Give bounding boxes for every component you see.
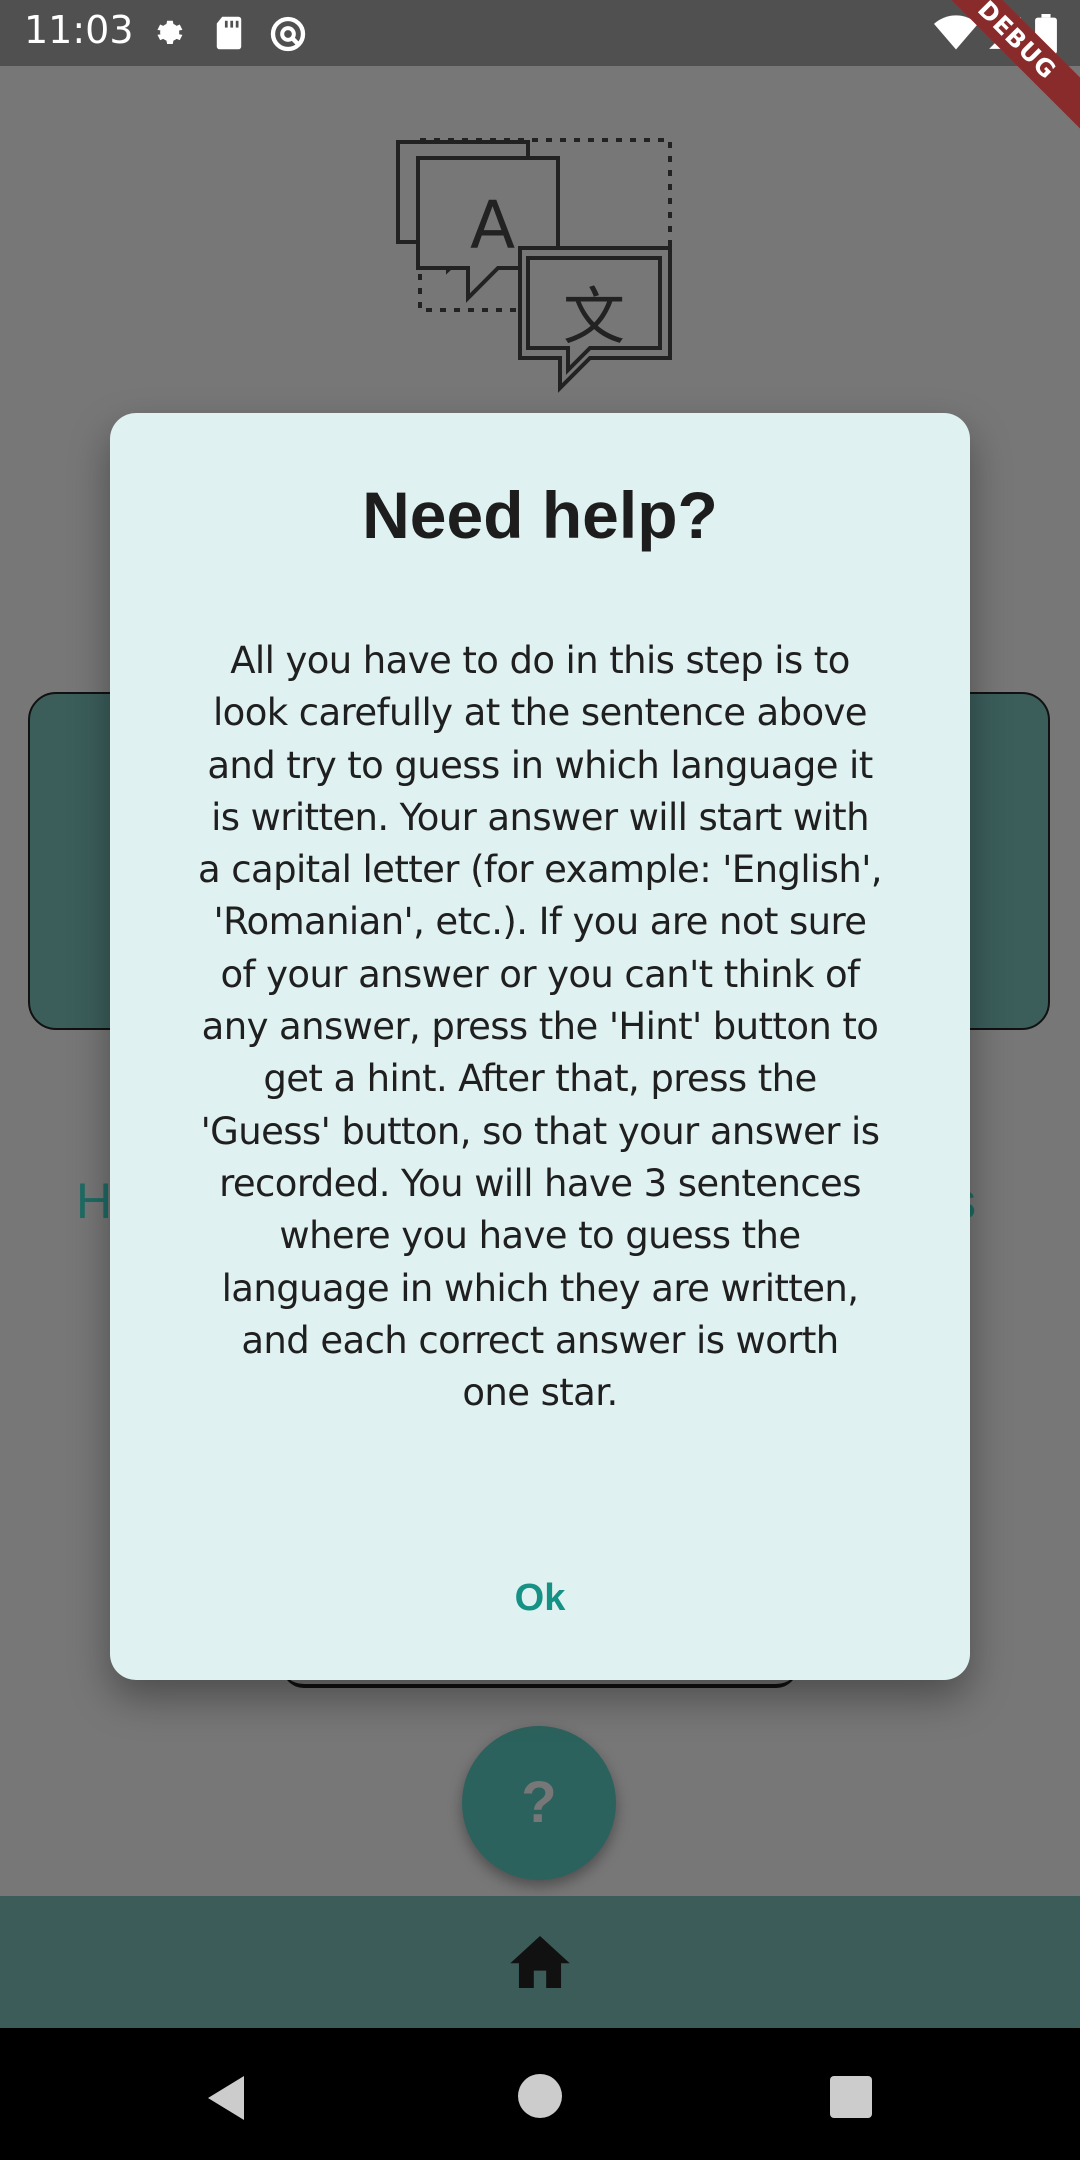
dialog-body-line: 'Guess' button, so that your answer is (200, 1109, 880, 1153)
status-bar: 11:03 DEBUG (0, 0, 1080, 142)
logo-letter-wen: 文 (563, 280, 625, 353)
language-logo: A 文 (390, 130, 700, 404)
dialog-body: All you have to do in this step is to lo… (158, 635, 922, 1419)
dialog-body-line: one star. (462, 1371, 618, 1415)
dialog-body-line: and each correct answer is worth (241, 1318, 839, 1362)
dialog-body-line: is written. Your answer will start with (211, 795, 869, 839)
dialog-body-line: recorded. You will have 3 sentences (219, 1161, 861, 1205)
dialog-title: Need help? (362, 478, 718, 552)
dialog-body-line: and try to guess in which language it (207, 743, 873, 787)
status-time: 11:03 (24, 8, 134, 52)
settings-icon (150, 14, 188, 56)
dialog-body-line: of your answer or you can't think of (220, 952, 861, 996)
system-navigation-bar (0, 2028, 1080, 2160)
dialog-body-line: a capital letter (for example: 'English'… (198, 848, 883, 892)
recent-apps-icon[interactable] (830, 2076, 872, 2118)
dialog-body-line: look carefully at the sentence above (213, 691, 868, 735)
help-dialog: Need help? All you have to do in this st… (110, 413, 970, 1680)
sd-card-icon (212, 14, 246, 56)
dialog-body-line: language in which they are written, (221, 1266, 859, 1310)
ok-button[interactable]: Ok (480, 1563, 600, 1633)
dialog-body-line: any answer, press the 'Hint' button to (201, 1005, 879, 1049)
home-circle-icon[interactable] (518, 2074, 562, 2122)
dialog-body-line: get a hint. After that, press the (263, 1057, 817, 1101)
back-icon[interactable] (204, 2074, 248, 2126)
bottom-navigation (0, 1896, 1080, 2028)
dialog-body-line: where you have to guess the (279, 1214, 801, 1258)
logo-letter-a: A (470, 187, 515, 264)
home-icon[interactable] (510, 1936, 570, 1992)
hint-button[interactable]: H (76, 1172, 112, 1230)
dialog-body-line: 'Romanian', etc.). If you are not sure (213, 900, 868, 944)
sync-icon (268, 14, 308, 58)
help-button[interactable]: ? (462, 1726, 616, 1880)
dialog-body-line: All you have to do in this step is to (230, 639, 850, 682)
